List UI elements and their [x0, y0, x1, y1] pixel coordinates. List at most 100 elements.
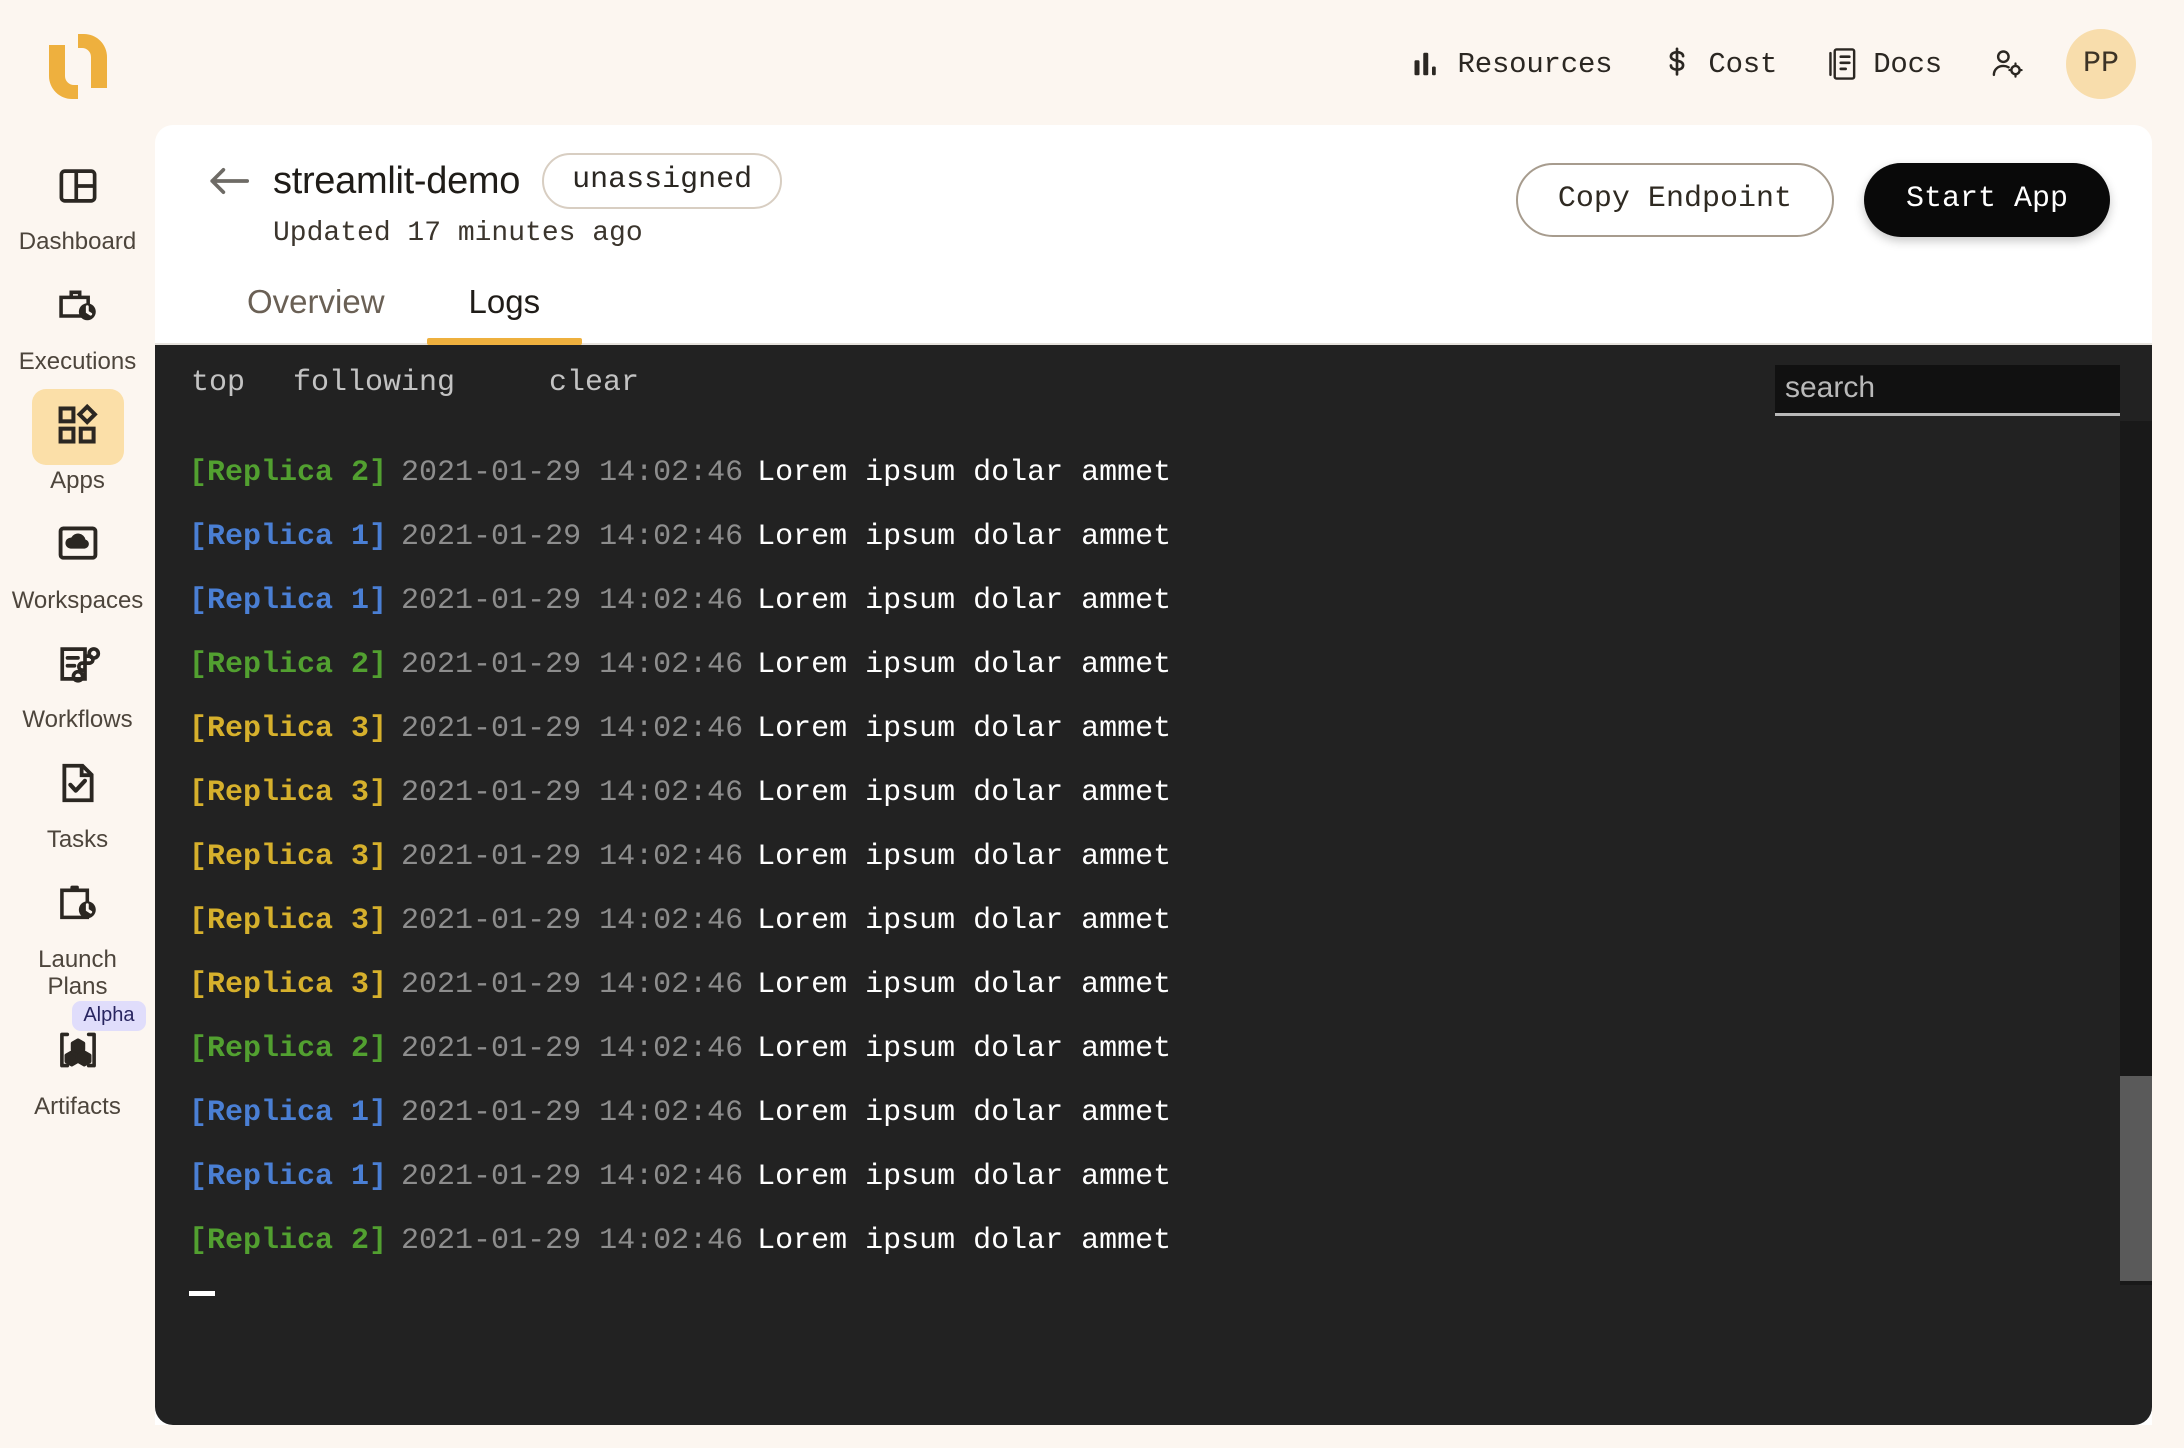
- sidebar-item-launch-plans[interactable]: Launch Plans: [14, 868, 142, 1015]
- log-timestamp: 2021-01-29 14:02:46: [401, 648, 744, 682]
- log-replica: [Replica 3]: [189, 840, 388, 874]
- log-timestamp: 2021-01-29 14:02:46: [401, 584, 744, 618]
- topnav-label-resources: Resources: [1457, 47, 1613, 81]
- log-line: [Replica 1] 2021-01-29 14:02:46 Lorem ip…: [155, 1081, 2152, 1145]
- bar-chart-icon: [1410, 47, 1444, 81]
- terminal-clear-button[interactable]: clear: [547, 362, 641, 404]
- sidebar-item-workspaces[interactable]: Workspaces: [11, 509, 144, 629]
- tab-bar: Overview Logs: [155, 255, 2152, 345]
- log-replica: [Replica 2]: [189, 1224, 388, 1258]
- log-replica: [Replica 1]: [189, 584, 388, 618]
- search-input[interactable]: [1775, 365, 2120, 416]
- top-nav: Resources Cost Docs PP: [1386, 29, 2184, 99]
- log-message: Lorem ipsum dolar ammet: [757, 456, 1172, 490]
- tab-logs[interactable]: Logs: [426, 283, 583, 345]
- page-title: streamlit-demo: [273, 159, 521, 202]
- log-line: [Replica 2] 2021-01-29 14:02:46 Lorem ip…: [155, 441, 2152, 505]
- log-message: Lorem ipsum dolar ammet: [757, 712, 1172, 746]
- log-timestamp: 2021-01-29 14:02:46: [401, 840, 744, 874]
- terminal-toolbar: top following clear: [155, 345, 2152, 421]
- workspaces-icon: [56, 523, 100, 570]
- log-timestamp: 2021-01-29 14:02:46: [401, 456, 744, 490]
- log-replica: [Replica 3]: [189, 968, 388, 1002]
- log-timestamp: 2021-01-29 14:02:46: [401, 712, 744, 746]
- topnav-item-resources[interactable]: Resources: [1386, 37, 1637, 91]
- log-message: Lorem ipsum dolar ammet: [757, 1224, 1172, 1258]
- log-message: Lorem ipsum dolar ammet: [757, 1032, 1172, 1066]
- tab-overview[interactable]: Overview: [205, 283, 427, 343]
- status-badge: unassigned: [542, 153, 783, 209]
- avatar-initials: PP: [2082, 47, 2119, 81]
- start-app-button[interactable]: Start App: [1863, 163, 2110, 237]
- back-arrow-icon[interactable]: [207, 159, 251, 203]
- topnav-item-docs[interactable]: Docs: [1801, 37, 1966, 91]
- log-timestamp: 2021-01-29 14:02:46: [401, 968, 744, 1002]
- dashboard-icon: [57, 165, 99, 212]
- user-settings-icon: [1990, 47, 2024, 81]
- terminal-scrollbar[interactable]: [2120, 421, 2152, 1285]
- sidebar-item-dashboard[interactable]: Dashboard: [14, 150, 142, 270]
- docs-icon: [1825, 47, 1859, 81]
- alpha-badge: Alpha: [72, 1000, 146, 1031]
- sidebar-label-workspaces: Workspaces: [11, 586, 144, 614]
- user-settings-button[interactable]: [1966, 37, 2048, 91]
- sidebar-item-workflows[interactable]: Workflows: [14, 628, 142, 748]
- log-message: Lorem ipsum dolar ammet: [757, 584, 1172, 618]
- main-card: streamlit-demo unassigned Updated 17 min…: [155, 125, 2152, 1425]
- log-line: [Replica 3] 2021-01-29 14:02:46 Lorem ip…: [155, 953, 2152, 1017]
- log-lines-container: [Replica 2] 2021-01-29 14:02:46 Lorem ip…: [155, 421, 2152, 1421]
- log-line: [Replica 2] 2021-01-29 14:02:46 Lorem ip…: [155, 1017, 2152, 1081]
- log-timestamp: 2021-01-29 14:02:46: [401, 904, 744, 938]
- log-replica: [Replica 3]: [189, 776, 388, 810]
- log-replica: [Replica 2]: [189, 1032, 388, 1066]
- copy-endpoint-button[interactable]: Copy Endpoint: [1515, 163, 1834, 237]
- log-timestamp: 2021-01-29 14:02:46: [401, 1160, 744, 1194]
- dollar-icon: [1660, 47, 1694, 81]
- log-line: [Replica 3] 2021-01-29 14:02:46 Lorem ip…: [155, 889, 2152, 953]
- terminal-top-button[interactable]: top: [189, 362, 247, 404]
- sidebar-item-executions[interactable]: Executions: [14, 270, 142, 390]
- log-replica: [Replica 1]: [189, 520, 388, 554]
- log-terminal: top following clear [Replica 2] 2021-01-…: [155, 345, 2152, 1425]
- sidebar-item-artifacts[interactable]: Alpha Artifacts: [14, 1000, 146, 1135]
- log-line: [Replica 3] 2021-01-29 14:02:46 Lorem ip…: [155, 825, 2152, 889]
- sidebar: Dashboard Executions Apps Workspaces Wor…: [0, 128, 155, 1448]
- log-replica: [Replica 1]: [189, 1160, 388, 1194]
- topnav-label-cost: Cost: [1708, 47, 1778, 81]
- sidebar-label-apps: Apps: [50, 467, 105, 495]
- avatar[interactable]: PP: [2066, 29, 2136, 99]
- log-timestamp: 2021-01-29 14:02:46: [401, 1096, 744, 1130]
- union-logo-icon: [48, 34, 107, 99]
- workflows-icon: [55, 643, 101, 690]
- log-line: [Replica 1] 2021-01-29 14:02:46 Lorem ip…: [155, 505, 2152, 569]
- log-message: Lorem ipsum dolar ammet: [757, 904, 1172, 938]
- topnav-item-cost[interactable]: Cost: [1636, 37, 1801, 91]
- card-header: streamlit-demo unassigned Updated 17 min…: [155, 125, 2152, 255]
- log-message: Lorem ipsum dolar ammet: [757, 776, 1172, 810]
- sidebar-label-launch-plans: Launch Plans: [38, 945, 117, 1001]
- log-line: [Replica 1] 2021-01-29 14:02:46 Lorem ip…: [155, 569, 2152, 633]
- top-bar: Resources Cost Docs PP: [0, 0, 2184, 128]
- header-actions: Copy Endpoint Start App: [1515, 163, 2110, 237]
- terminal-cursor: [189, 1291, 215, 1296]
- terminal-following-button[interactable]: following: [291, 362, 457, 404]
- log-line: [Replica 1] 2021-01-29 14:02:46 Lorem ip…: [155, 1145, 2152, 1209]
- log-message: Lorem ipsum dolar ammet: [757, 520, 1172, 554]
- sidebar-item-apps[interactable]: Apps: [14, 389, 142, 509]
- sidebar-label-tasks: Tasks: [46, 825, 109, 853]
- topnav-label-docs: Docs: [1873, 47, 1942, 81]
- apps-icon: [56, 403, 100, 452]
- log-replica: [Replica 2]: [189, 456, 388, 490]
- log-timestamp: 2021-01-29 14:02:46: [401, 1224, 744, 1258]
- terminal-scrollbar-thumb[interactable]: [2120, 1076, 2152, 1281]
- executions-icon: [56, 284, 100, 331]
- log-replica: [Replica 3]: [189, 904, 388, 938]
- sidebar-label-dashboard: Dashboard: [18, 228, 137, 255]
- tasks-icon: [58, 761, 98, 810]
- log-message: Lorem ipsum dolar ammet: [757, 1096, 1172, 1130]
- sidebar-item-tasks[interactable]: Tasks: [14, 748, 142, 868]
- brand-logo[interactable]: [0, 26, 155, 102]
- log-timestamp: 2021-01-29 14:02:46: [401, 520, 744, 554]
- log-replica: [Replica 3]: [189, 712, 388, 746]
- sidebar-label-workflows: Workflows: [22, 706, 133, 734]
